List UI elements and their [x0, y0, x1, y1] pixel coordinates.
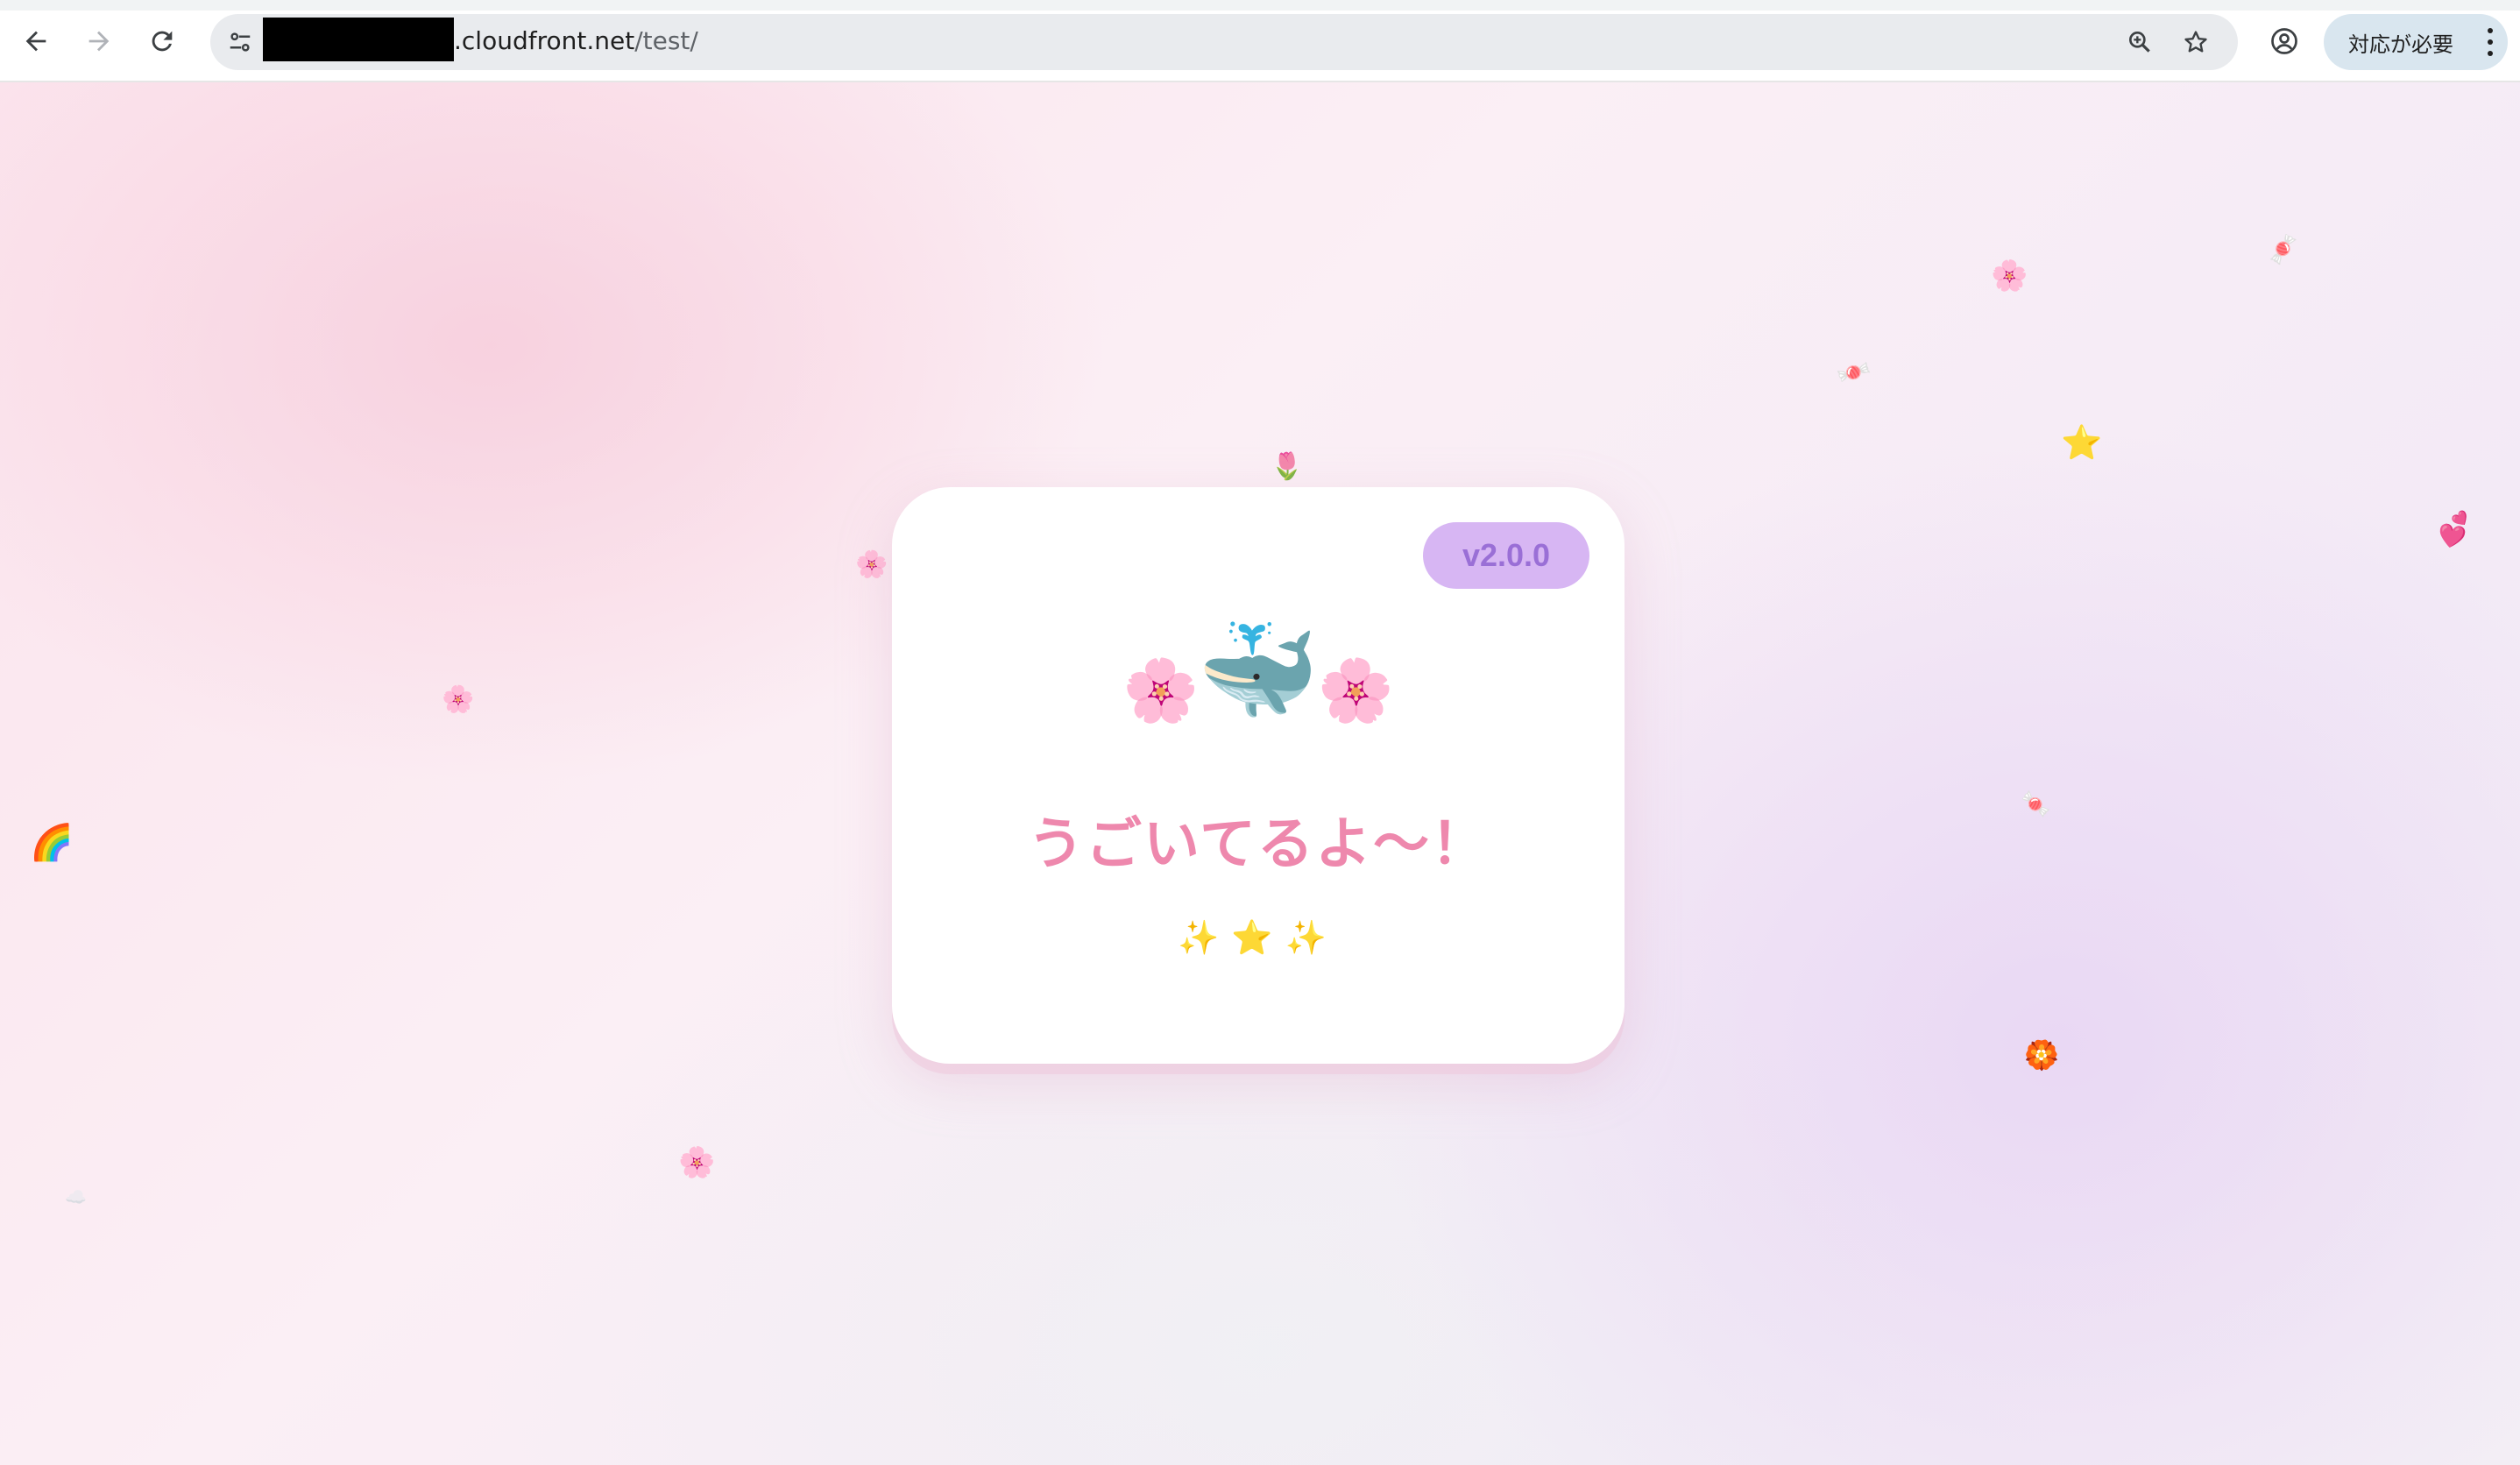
action-required-button[interactable]: 対応が必要 — [2324, 14, 2508, 70]
cherry-blossom-icon: 🌸 — [1122, 655, 1200, 726]
address-bar[interactable]: .cloudfront.net/test/ — [210, 14, 2238, 70]
floating-star-icon: ⭐ — [2061, 423, 2103, 462]
floating-cloud-icon: ☁️ — [65, 1186, 87, 1207]
arrow-left-icon — [25, 31, 46, 52]
status-card: v2.0.0 🌸 🐳 🌸 うごいてるよ〜！ ✨⭐✨ — [892, 487, 1625, 1064]
floating-rainbow-icon: 🌈 — [30, 823, 74, 863]
arrow-right-icon — [88, 31, 110, 52]
whale-icon: 🐳 — [1197, 614, 1320, 728]
page-viewport: 🌸 🌸 🌸 🌸 🌈 🌷 🍬 🍬 ⭐ 💕 🍬 🏵️ ☁️ v2.0.0 🌸 🐳 🌸… — [0, 82, 2520, 1465]
more-vert-icon — [2485, 28, 2495, 56]
floating-flower-icon: 🌸 — [678, 1145, 716, 1180]
cherry-blossom-icon: 🌸 — [1317, 655, 1394, 726]
tab-strip — [0, 0, 2520, 11]
zoom-in-icon — [2129, 31, 2150, 53]
floating-rosette-icon: 🏵️ — [2024, 1038, 2059, 1072]
redacted-url-segment — [263, 18, 454, 61]
floating-flower-icon: 🌸 — [1991, 258, 2028, 294]
floating-flower-icon: 🌸 — [855, 549, 888, 580]
status-message: うごいてるよ〜！ — [1027, 812, 1490, 877]
site-info-button[interactable] — [221, 23, 259, 61]
tune-icon — [230, 32, 251, 52]
profile-button[interactable] — [2264, 21, 2304, 61]
floating-hearts-icon: 💕 — [2432, 507, 2478, 551]
floating-candy-icon: 🍬 — [2264, 230, 2301, 269]
reload-button[interactable] — [142, 21, 182, 61]
bookmark-button[interactable] — [2177, 23, 2215, 61]
floating-flower-icon: 🌸 — [442, 684, 475, 715]
browser-toolbar: .cloudfront.net/test/ 対応が必要 — [0, 0, 2520, 82]
forward-button[interactable] — [79, 21, 119, 61]
floating-candy-icon: 🍬 — [2021, 789, 2051, 818]
floating-candy-icon: 🍬 — [1832, 350, 1876, 394]
version-badge: v2.0.0 — [1423, 522, 1589, 589]
zoom-button[interactable] — [2120, 23, 2159, 61]
reload-icon — [152, 31, 173, 52]
url-host: .cloudfront.net — [454, 26, 635, 55]
url-path: /test/ — [634, 26, 698, 55]
action-required-label: 対応が必要 — [2348, 32, 2453, 57]
floating-tulip-icon: 🌷 — [1271, 451, 1304, 482]
account-circle-icon — [2271, 28, 2297, 54]
url-text[interactable]: .cloudfront.net/test/ — [454, 26, 698, 56]
sparkles-row: ✨⭐✨ — [1178, 918, 1339, 957]
hero-emoji-group: 🌸 🐳 🌸 — [892, 610, 1625, 732]
star-outline-icon — [2184, 31, 2207, 53]
back-button[interactable] — [16, 21, 56, 61]
